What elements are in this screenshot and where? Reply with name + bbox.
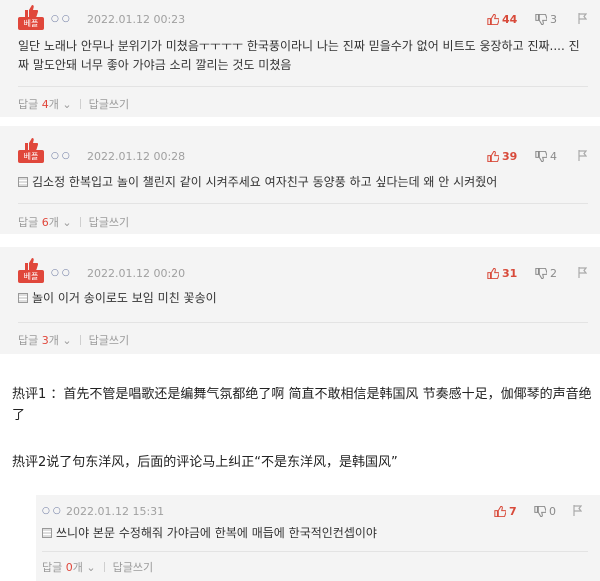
dislike-button[interactable]: 0 <box>534 505 556 518</box>
comment-footer: 답글 4개 ⌄ 답글쓰기 <box>18 96 129 112</box>
divider <box>18 86 588 87</box>
comment-card: 베플 ○○ 2022.01.12 00:20 31 2 놀이 이거 송이로도 보… <box>0 247 600 354</box>
like-count: 39 <box>502 150 518 163</box>
dislike-count: 2 <box>550 267 557 280</box>
write-reply-link[interactable]: 답글쓰기 <box>89 96 129 112</box>
write-reply-link[interactable]: 답글쓰기 <box>113 559 153 575</box>
reply-text: 쓰니야 본문 수정해줘 가야금에 한복에 매듭에 한국적인컨셉이야 <box>42 524 588 543</box>
report-flag-icon[interactable] <box>578 13 587 24</box>
article-paragraph: 热评1 ：首先不管是唱歌还是编舞气氛都绝了啊 简直不敢相信是韩国风 节奏感十足，… <box>12 387 592 423</box>
like-button[interactable]: 44 <box>487 13 517 26</box>
comment-card: 베플 ○○ 2022.01.12 00:28 39 4 김소정 한복입고 놀이 … <box>0 126 600 234</box>
comment-text: 일단 노래나 안무나 분위기가 미쳤음ㅜㅜㅜㅜ 한국풍이라니 나는 진짜 믿을수… <box>18 39 580 72</box>
comment-card: 베플 ○○ 2022.01.12 00:23 44 3 일단 노래나 안무나 분… <box>0 0 600 117</box>
best-badge-label: 베플 <box>18 270 44 283</box>
best-comment-badge: 베플 <box>18 5 44 31</box>
timestamp: 2022.01.12 00:20 <box>87 267 186 280</box>
user-level-dots: ○○ <box>51 268 73 278</box>
user-level-dots: ○○ <box>42 506 64 516</box>
user-level-dots: ○○ <box>51 151 73 161</box>
divider <box>18 322 588 323</box>
reply-toggle[interactable]: 답글 4개 ⌄ <box>18 96 72 112</box>
like-button[interactable]: 31 <box>487 267 517 280</box>
best-comment-badge: 베플 <box>18 258 44 284</box>
like-count: 44 <box>502 13 518 26</box>
timestamp: 2022.01.12 15:31 <box>66 505 165 518</box>
sticker-icon <box>18 177 28 187</box>
dislike-button[interactable]: 2 <box>535 267 557 280</box>
like-button[interactable]: 7 <box>494 505 517 518</box>
dislike-count: 4 <box>550 150 557 163</box>
dislike-count: 3 <box>550 13 557 26</box>
best-badge-label: 베플 <box>18 150 44 163</box>
thumbs-down-icon <box>534 506 546 517</box>
write-reply-link[interactable]: 답글쓰기 <box>89 332 129 348</box>
best-comment-badge: 베플 <box>18 138 44 164</box>
timestamp: 2022.01.12 00:23 <box>87 13 186 26</box>
divider <box>42 551 588 552</box>
reply-count: 3 <box>41 334 49 347</box>
sticker-icon <box>42 528 52 538</box>
report-flag-icon[interactable] <box>578 267 587 278</box>
article-paragraph: 热评2说了句东洋风，后面的评论马上纠正“不是东洋风，是韩国风” <box>12 455 398 470</box>
reply-toggle[interactable]: 답글 0개 ⌄ <box>42 559 96 575</box>
user-level-dots: ○○ <box>51 14 73 24</box>
dislike-button[interactable]: 3 <box>535 13 557 26</box>
comment-footer: 답글 6개 ⌄ 답글쓰기 <box>18 214 129 230</box>
timestamp: 2022.01.12 00:28 <box>87 150 186 163</box>
best-badge-label: 베플 <box>18 17 44 30</box>
reply-toggle[interactable]: 답글 6개 ⌄ <box>18 214 72 230</box>
thumbs-down-icon <box>535 14 547 25</box>
report-flag-icon[interactable] <box>573 505 582 516</box>
thumbs-down-icon <box>535 268 547 279</box>
thumbs-up-icon <box>487 151 499 162</box>
thumbs-down-icon <box>535 151 547 162</box>
write-reply-link[interactable]: 답글쓰기 <box>89 214 129 230</box>
reply-toggle[interactable]: 답글 3개 ⌄ <box>18 332 72 348</box>
reply-footer: 답글 0개 ⌄ 답글쓰기 <box>42 559 153 575</box>
comment-footer: 답글 3개 ⌄ 답글쓰기 <box>18 332 129 348</box>
thumbs-up-icon <box>25 5 38 17</box>
reply-count: 4 <box>41 98 49 111</box>
dislike-button[interactable]: 4 <box>535 150 557 163</box>
reply-card: ○○ 2022.01.12 15:31 7 0 쓰니야 본문 수정해줘 가야금에… <box>36 495 600 581</box>
thumbs-up-icon <box>25 258 38 270</box>
sticker-icon <box>18 293 28 303</box>
dislike-count: 0 <box>549 505 556 518</box>
thumbs-up-icon <box>487 14 499 25</box>
reply-count: 6 <box>41 216 49 229</box>
thumbs-up-icon <box>487 268 499 279</box>
like-button[interactable]: 39 <box>487 150 517 163</box>
report-flag-icon[interactable] <box>578 150 587 161</box>
thumbs-up-icon <box>494 506 506 517</box>
like-count: 31 <box>502 267 518 280</box>
comment-text: 놀이 이거 송이로도 보임 미친 꽃송이 <box>18 289 588 308</box>
reply-count: 0 <box>65 561 73 574</box>
like-count: 7 <box>509 505 517 518</box>
divider <box>18 203 588 204</box>
comment-text: 김소정 한복입고 놀이 챌린지 같이 시켜주세요 여자친구 동양풍 하고 싶다는… <box>18 173 588 192</box>
thumbs-up-icon <box>25 138 38 150</box>
